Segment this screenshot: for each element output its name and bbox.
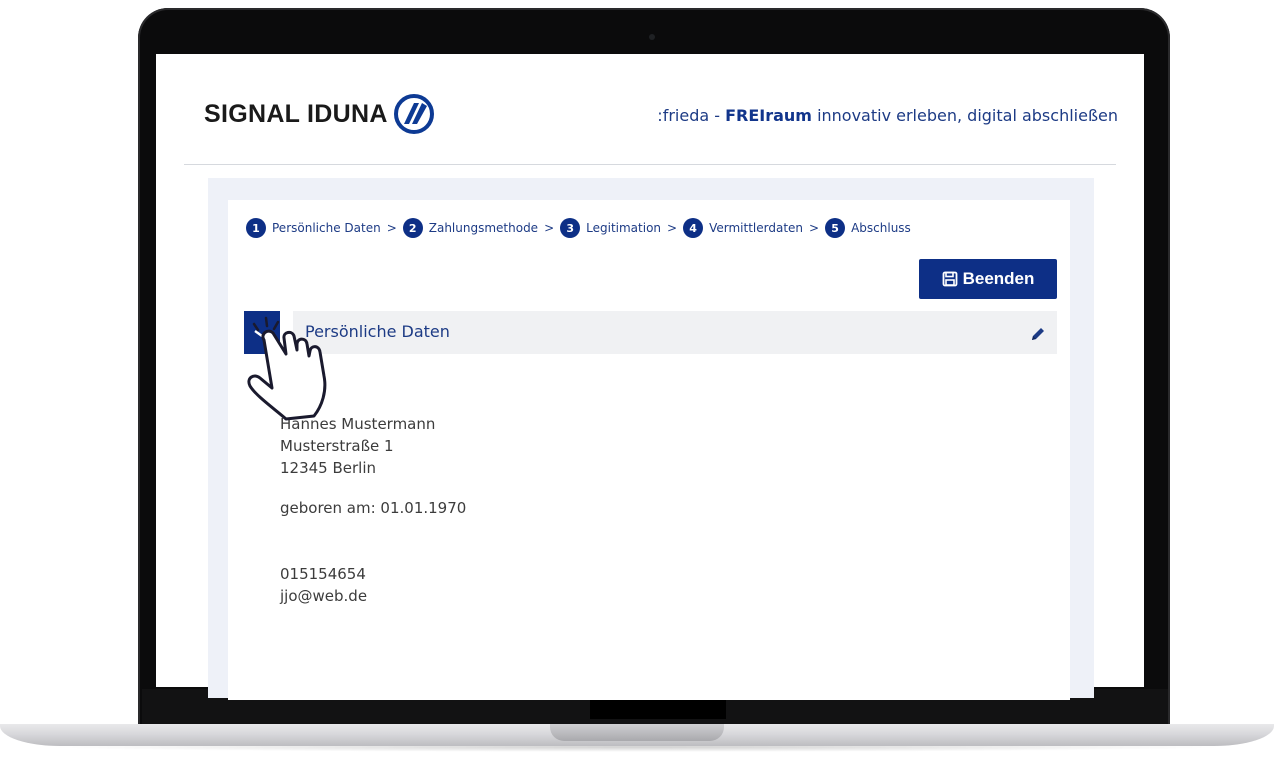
email-text: jjo@web.de [280,587,368,605]
header-tagline: :frieda - FREIraum innovativ erleben, di… [657,106,1118,125]
pointer-hand-icon [247,316,327,421]
laptop-notch [550,724,724,741]
city-text: 12345 Berlin [280,459,377,477]
step-number: 4 [683,218,704,238]
chevron-right-icon: > [667,221,678,235]
step-label: Abschluss [851,221,911,235]
step-label: Vermittlerdaten [709,221,804,235]
chevron-right-icon: > [544,221,555,235]
end-button-label: Beenden [962,269,1035,288]
step-label: Persönliche Daten [272,221,381,235]
step-2[interactable]: 2 Zahlungsmethode [402,218,539,238]
chevron-right-icon: > [809,221,820,235]
step-label: Zahlungsmethode [428,221,539,235]
step-4[interactable]: 4 Vermittlerdaten [683,218,803,238]
step-number: 2 [402,218,423,238]
step-label: Legitimation [586,221,662,235]
end-button[interactable]: Beenden [919,259,1057,299]
pencil-icon[interactable] [1030,326,1046,342]
save-icon [942,271,957,287]
step-number: 3 [560,218,581,238]
tagline-prefix: :frieda - [657,106,726,125]
step-number: 1 [246,218,266,238]
birth-date-text: geboren am: 01.01.1970 [280,499,467,517]
step-3[interactable]: 3 Legitimation [560,218,661,238]
step-1[interactable]: 1 Persönliche Daten [246,218,381,238]
phone-text: 015154654 [280,565,366,583]
header-divider [184,164,1116,165]
tagline-bold: FREIraum [725,106,812,125]
street-text: Musterstraße 1 [280,437,394,455]
progress-steps: 1 Persönliche Daten > 2 Zahlungsmethode … [246,218,911,238]
logo-text: SIGNAL IDUNA [204,99,388,128]
step-5[interactable]: 5 Abschluss [825,218,911,238]
tagline-suffix: innovativ erleben, digital abschließen [811,106,1118,125]
signal-iduna-logo-icon [393,94,434,134]
brand-logo[interactable]: SIGNAL IDUNA [204,94,434,134]
chevron-right-icon: > [386,221,397,235]
camera-icon [649,34,655,40]
step-number: 5 [825,218,846,238]
